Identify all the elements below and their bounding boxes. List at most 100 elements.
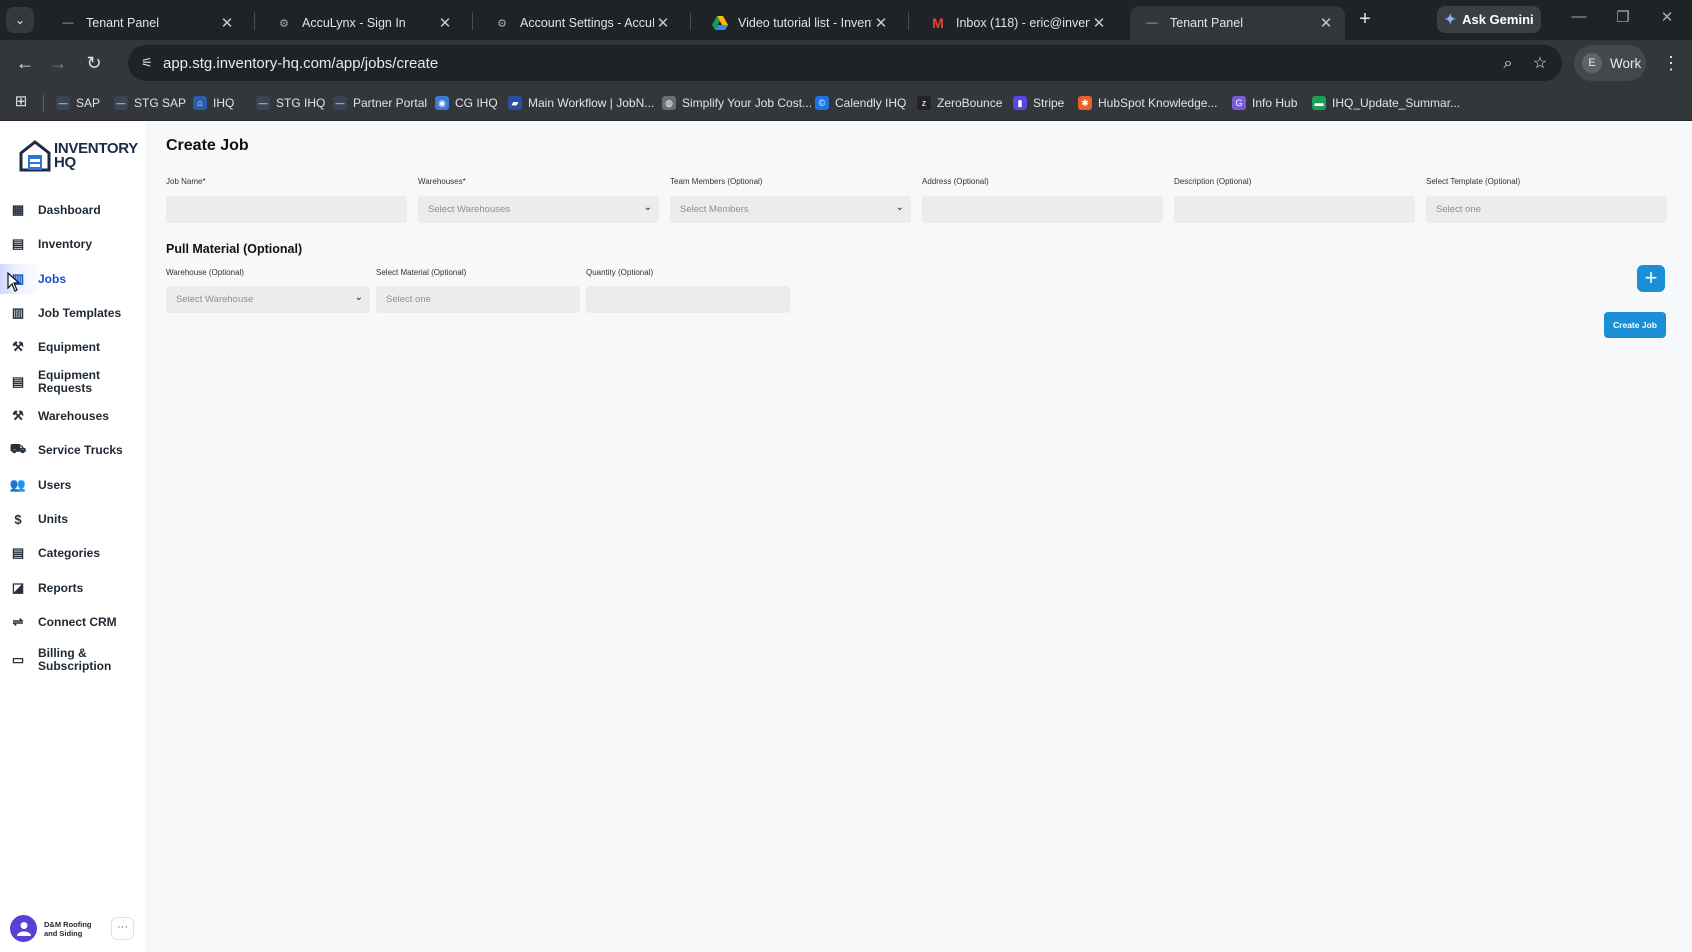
pm-warehouse-select[interactable]: Select Warehouse ⌄ (166, 286, 370, 313)
pull-material-title: Pull Material (Optional) (166, 242, 303, 256)
bookmark-item[interactable]: — STG SAP (114, 93, 186, 113)
connect-crm-icon: ⇌ (12, 614, 24, 629)
browser-tab-5[interactable]: M Inbox (118) - eric@inventory-h ✕ (916, 6, 1118, 40)
sidebar-item-warehouses[interactable]: ⚒ Warehouses (0, 401, 145, 431)
bookmark-item[interactable]: — Partner Portal (333, 93, 427, 113)
close-tab-icon[interactable]: ✕ (436, 14, 454, 32)
sidebar-item-jobs[interactable]: ▥ Jobs (0, 264, 145, 294)
sidebar-item-inventory[interactable]: ▤ Inventory (0, 229, 145, 259)
gemini-sparkle-icon: ✦ (1444, 11, 1457, 27)
bookmark-item[interactable]: ▮ Stripe (1013, 93, 1064, 113)
ask-gemini-button[interactable]: ✦ Ask Gemini (1437, 6, 1541, 33)
account-name: D&M Roofing and Siding (44, 919, 92, 938)
close-window-icon[interactable]: ✕ (1655, 8, 1679, 26)
browser-tab-3[interactable]: ⚙ Account Settings - AccuLynx ✕ (480, 6, 682, 40)
close-tab-icon[interactable]: ✕ (1090, 14, 1108, 32)
address-input[interactable] (922, 196, 1163, 223)
new-tab-button[interactable]: + (1353, 8, 1377, 32)
browser-tab-6-active[interactable]: — Tenant Panel ✕ (1130, 6, 1345, 40)
browser-tab-2[interactable]: ⚙ AccuLynx - Sign In ✕ (262, 6, 464, 40)
bookmark-favicon-icon: © (815, 96, 829, 110)
google-drive-favicon-icon (712, 15, 728, 31)
add-material-button[interactable]: + (1637, 265, 1665, 292)
pm-material-placeholder: Select one (386, 294, 431, 305)
tab-search-button[interactable]: ⌄ (6, 7, 34, 33)
chevron-down-icon: ⌄ (895, 202, 904, 213)
create-job-button[interactable]: Create Job (1604, 312, 1666, 338)
sidebar-item-categories[interactable]: ▤ Categories (0, 538, 145, 568)
template-select[interactable]: Select one (1426, 196, 1667, 223)
browser-tab-1[interactable]: — Tenant Panel ✕ (46, 6, 246, 40)
team-members-select[interactable]: Select Members ⌄ (670, 196, 911, 223)
restore-window-icon[interactable]: ❐ (1611, 8, 1635, 26)
profile-button[interactable]: E Work (1574, 45, 1646, 81)
bookmark-favicon-icon: ✱ (1078, 96, 1092, 110)
bookmark-item[interactable]: ▬ IHQ_Update_Summar... (1312, 93, 1460, 113)
job-name-input[interactable] (166, 196, 407, 223)
bookmark-item[interactable]: ✱ HubSpot Knowledge... (1078, 93, 1217, 113)
sidebar-item-billing-subscription[interactable]: ▭ Billing & Subscription (0, 642, 145, 678)
warehouses-select[interactable]: Select Warehouses ⌄ (418, 196, 659, 223)
template-label: Select Template (Optional) (1426, 177, 1521, 186)
truck-icon: ⛟ (9, 441, 27, 456)
bookmark-item[interactable]: ◉ CG IHQ (435, 93, 498, 113)
bookmark-favicon-icon: — (333, 96, 347, 110)
url-text[interactable]: app.stg.inventory-hq.com/app/jobs/create (163, 55, 438, 72)
billing-icon: ▭ (11, 652, 25, 667)
job-templates-icon: ▥ (11, 305, 25, 320)
chevron-down-icon: ⌄ (643, 202, 652, 213)
close-tab-icon[interactable]: ✕ (1317, 14, 1335, 32)
bookmark-item[interactable]: © Calendly IHQ (815, 93, 906, 113)
sidebar-item-dashboard[interactable]: ▦ Dashboard (0, 195, 145, 225)
close-tab-icon[interactable]: ✕ (654, 14, 672, 32)
inventory-icon: ▤ (11, 236, 25, 251)
forward-arrow-icon[interactable]: → (45, 50, 71, 76)
minimize-window-icon[interactable]: — (1567, 8, 1591, 25)
bookmark-favicon-icon: — (256, 96, 270, 110)
bookmark-favicon-icon: ▰ (508, 96, 522, 110)
browser-tab-4[interactable]: Video tutorial list - InventoryH ✕ (698, 6, 900, 40)
sidebar-item-units[interactable]: $ Units (0, 504, 145, 534)
sidebar-item-equipment[interactable]: ⚒ Equipment (0, 332, 145, 362)
bookmark-star-icon[interactable]: ☆ (1529, 53, 1551, 75)
bookmark-item[interactable]: ◍ Simplify Your Job Cost... (662, 93, 812, 113)
bookmark-item[interactable]: G Info Hub (1232, 93, 1297, 113)
close-tab-icon[interactable]: ✕ (218, 14, 236, 32)
bookmark-label: SAP (76, 96, 101, 110)
sidebar-item-equipment-requests[interactable]: ▤ Equipment Requests (0, 367, 145, 397)
inventory-hq-logo[interactable]: INVENTORY HQ (19, 139, 138, 173)
bookmark-item[interactable]: ⌂ IHQ (193, 93, 234, 113)
pm-quantity-input[interactable] (586, 286, 790, 313)
zoom-icon[interactable]: ⌕ (1497, 53, 1519, 75)
tenant-panel-favicon-icon: — (62, 17, 74, 29)
sidebar-item-users[interactable]: 👥 Users (0, 470, 145, 500)
sidebar-item-reports[interactable]: ◪ Reports (0, 573, 145, 603)
bookmark-favicon-icon: — (56, 96, 70, 110)
sidebar-item-job-templates[interactable]: ▥ Job Templates (0, 298, 145, 328)
bookmark-item[interactable]: z ZeroBounce (917, 93, 1002, 113)
close-tab-icon[interactable]: ✕ (872, 14, 890, 32)
pm-warehouse-label: Warehouse (Optional) (166, 268, 244, 277)
pm-material-label: Select Material (Optional) (376, 268, 467, 277)
site-info-icon[interactable]: ⚟ (136, 52, 158, 74)
equipment-requests-icon: ▤ (11, 374, 25, 389)
bookmark-item[interactable]: — STG IHQ (256, 93, 325, 113)
bookmark-item[interactable]: — SAP (56, 93, 100, 113)
units-icon: $ (14, 511, 22, 527)
pm-quantity-label: Quantity (Optional) (586, 268, 654, 277)
reload-icon[interactable]: ↻ (81, 50, 107, 76)
sidebar-item-service-trucks[interactable]: ⛟ Service Trucks (0, 435, 145, 465)
bookmark-item[interactable]: ▰ Main Workflow | JobN... (508, 93, 654, 113)
pm-material-select[interactable]: Select one (376, 286, 580, 313)
browser-menu-icon[interactable]: ⋮ (1660, 50, 1682, 76)
bookmark-favicon-icon: ▮ (1013, 96, 1027, 110)
apps-grid-icon[interactable]: ⊞ (12, 93, 30, 111)
job-name-label: Job Name* (166, 177, 206, 186)
account-switcher[interactable]: D&M Roofing and Siding (10, 915, 102, 942)
account-more-button[interactable]: ··· (111, 917, 134, 940)
back-arrow-icon[interactable]: ← (12, 50, 38, 76)
sidebar-item-connect-crm[interactable]: ⇌ Connect CRM (0, 607, 145, 637)
sidebar-item-label: Warehouses (38, 408, 109, 423)
address-bar[interactable]: ⚟ app.stg.inventory-hq.com/app/jobs/crea… (128, 45, 1562, 81)
description-input[interactable] (1174, 196, 1415, 223)
